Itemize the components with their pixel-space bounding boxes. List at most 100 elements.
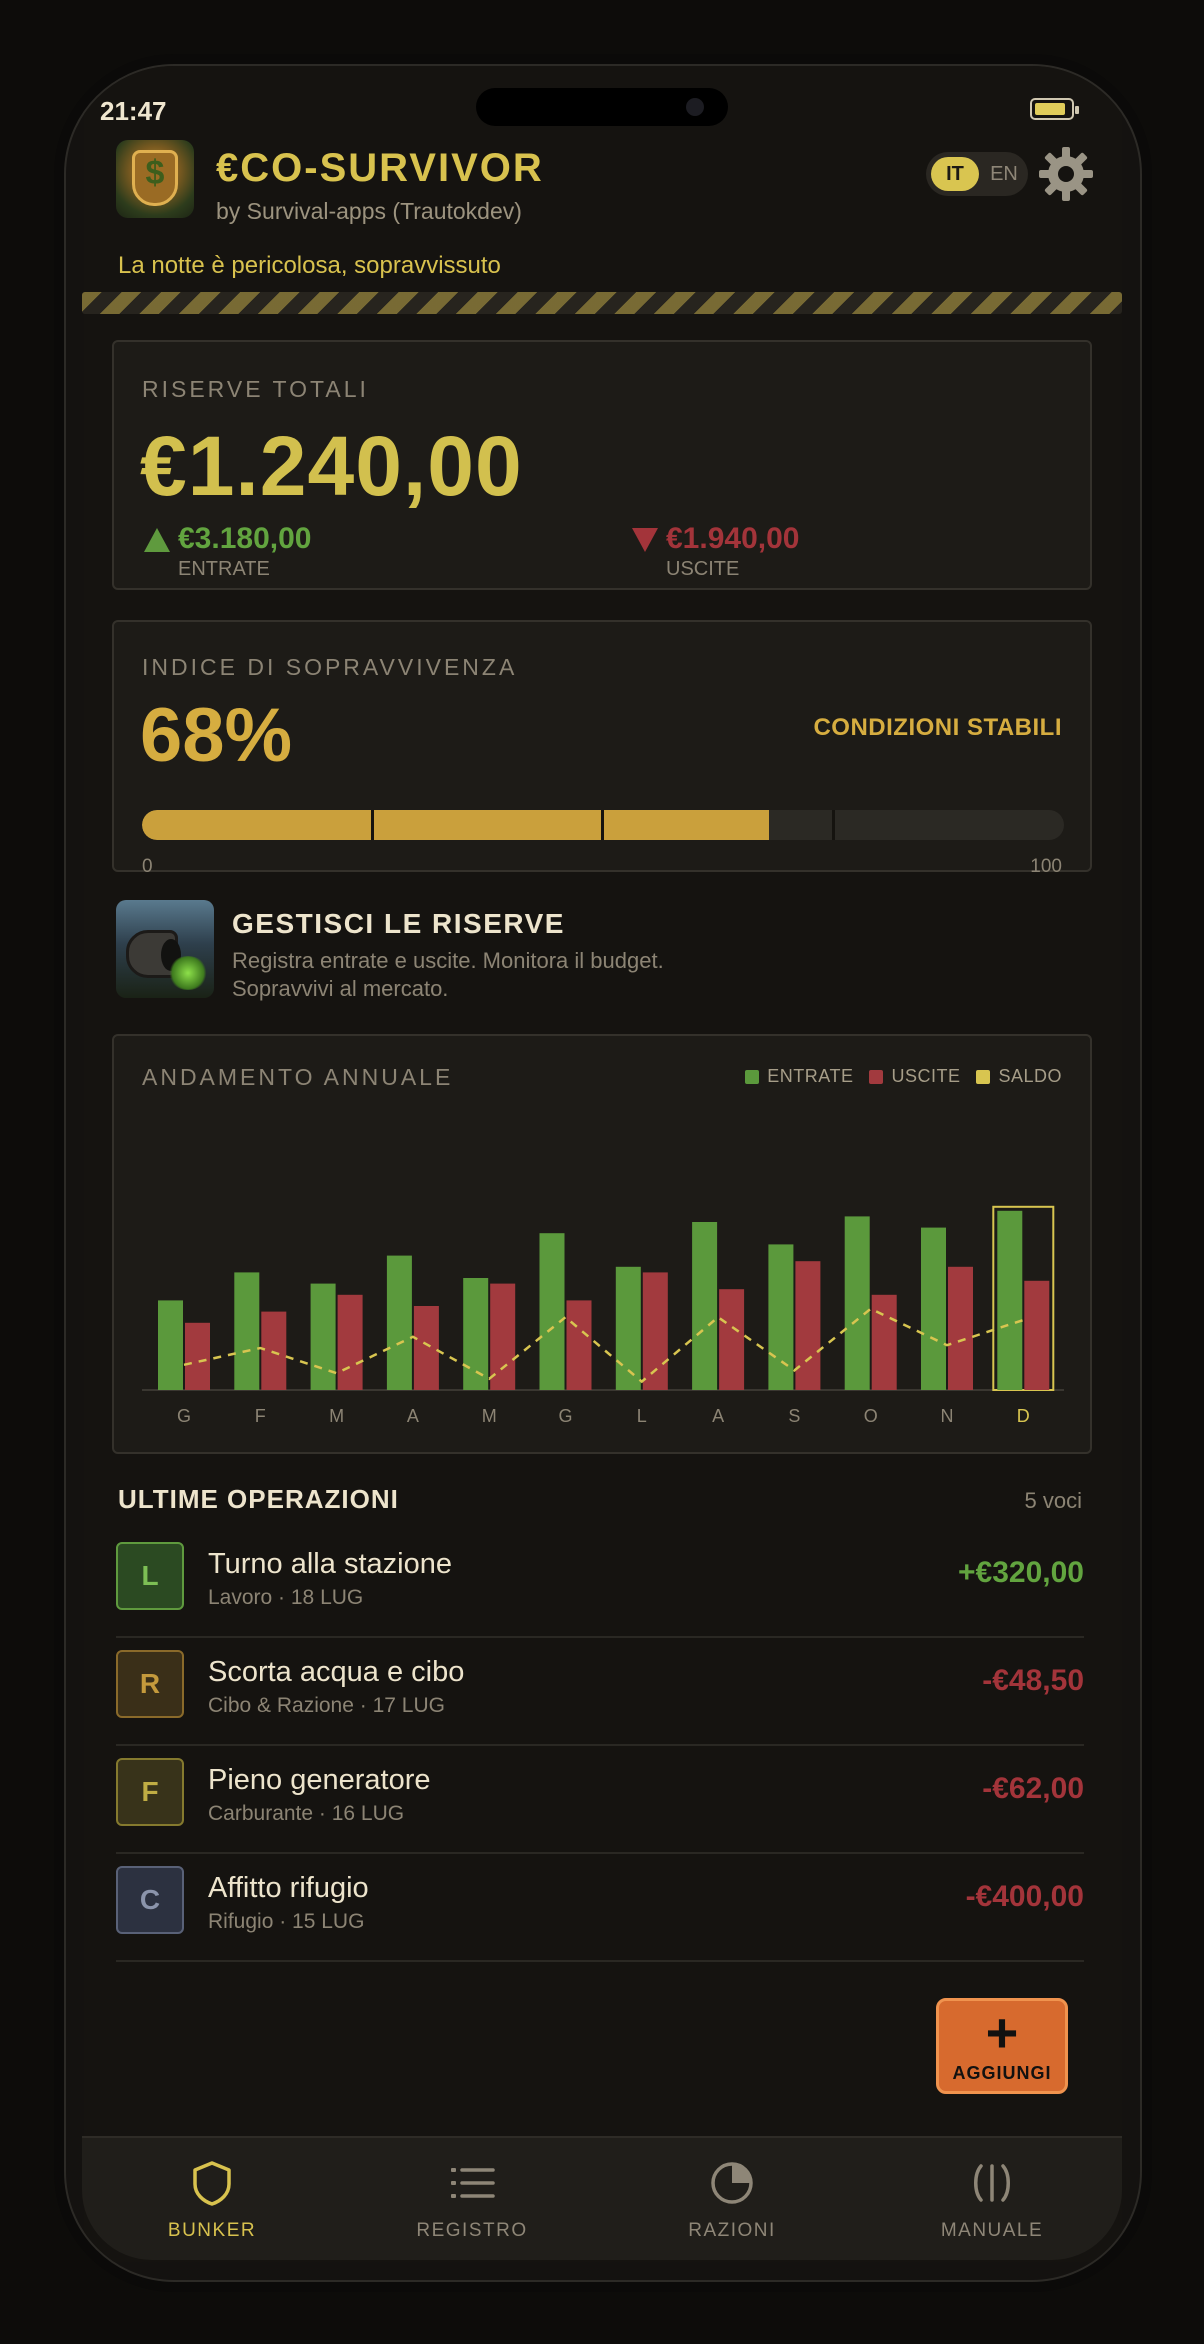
x-tick-label: A (712, 1406, 724, 1426)
list-icon (451, 2168, 495, 2198)
tab-label: MANUALE (940, 2220, 1044, 2241)
income-bar[interactable] (692, 1222, 718, 1390)
category-badge: L (116, 1542, 184, 1610)
tab-label: RAZIONI (688, 2220, 776, 2241)
language-toggle[interactable]: IT EN (926, 152, 1028, 196)
operation-name: Turno alla stazione (208, 1548, 452, 1580)
x-tick-label: L (637, 1406, 647, 1426)
barrel-image (116, 900, 214, 998)
app-title: €CO-SURVIVOR (216, 146, 544, 190)
survival-card: INDICE DI SOPRAVVIVENZA 68% CONDIZIONI S… (112, 620, 1092, 877)
progress-tick (371, 810, 374, 840)
category-badge: R (116, 1650, 184, 1718)
lang-en-option[interactable]: EN (984, 157, 1024, 191)
lang-it-option[interactable]: IT (931, 157, 979, 191)
battery-icon (1030, 98, 1079, 120)
progress-max-label: 100 (1030, 856, 1062, 877)
tab-registro[interactable]: REGISTRO (342, 2138, 602, 2262)
survival-status: CONDIZIONI STABILI (813, 714, 1062, 741)
x-tick-label: N (941, 1406, 954, 1426)
expense-label: USCITE (666, 558, 740, 580)
tab-manuale[interactable]: MANUALE (862, 2138, 1122, 2262)
reserves-total: €1.240,00 (140, 419, 523, 513)
expense-bar[interactable] (261, 1311, 287, 1390)
expense-bar[interactable] (566, 1300, 592, 1390)
progress-tick (832, 810, 835, 840)
income-bar[interactable] (158, 1300, 183, 1390)
gear-icon[interactable] (1036, 144, 1096, 204)
operation-row[interactable]: L Turno alla stazione Lavoro · 18 LUG +€… (116, 1530, 1084, 1638)
operation-amount: -€48,50 (982, 1664, 1084, 1697)
progress-tick (601, 810, 604, 840)
survival-label: INDICE DI SOPRAVVIVENZA (142, 654, 518, 680)
income-value: €3.180,00 (178, 522, 312, 555)
x-tick-label: F (255, 1406, 266, 1426)
dynamic-island (476, 88, 728, 126)
app-logo: $ (116, 140, 194, 218)
income-bar[interactable] (539, 1233, 565, 1390)
reserves-label: RISERVE TOTALI (142, 376, 369, 402)
manual-icon (974, 2164, 1010, 2202)
expense-bar[interactable] (642, 1272, 668, 1390)
expense-bar[interactable] (871, 1294, 897, 1390)
tab-bunker[interactable]: BUNKER (82, 2138, 342, 2262)
expense-value: €1.940,00 (666, 522, 800, 555)
annual-chart-card: ANDAMENTO ANNUALE ENTRATE USCITE SALDO G… (112, 1034, 1092, 1454)
income-bar[interactable] (997, 1210, 1023, 1390)
balance-line (183, 1307, 1024, 1384)
income-label: ENTRATE (178, 558, 270, 580)
operation-amount: +€320,00 (958, 1556, 1084, 1589)
promo-title: GESTISCI LE RISERVE (232, 908, 565, 939)
x-tick-label: D (1017, 1406, 1030, 1426)
income-bar[interactable] (310, 1283, 336, 1390)
tab-razioni[interactable]: RAZIONI (602, 2138, 862, 2262)
arrow-up-icon (144, 528, 170, 552)
x-tick-label: A (407, 1406, 419, 1426)
operation-amount: -€62,00 (982, 1772, 1084, 1805)
income-bar[interactable] (463, 1278, 489, 1390)
add-button-label: AGGIUNGI (952, 2063, 1052, 2083)
app-subtitle: by Survival-apps (Trautokdev) (216, 198, 522, 224)
annual-bar-chart: GFMAMGLASOND (142, 1205, 1064, 1426)
expense-bar[interactable] (719, 1289, 745, 1390)
progress-min-label: 0 (142, 856, 153, 877)
operation-name: Affitto rifugio (208, 1872, 369, 1904)
bottom-tab-bar: BUNKER REGISTRO RAZIONI MANUALE (82, 2136, 1122, 2260)
expense-bar[interactable] (413, 1306, 439, 1390)
operation-row[interactable]: F Pieno generatore Carburante · 16 LUG -… (116, 1746, 1084, 1854)
plus-icon: + (985, 2001, 1019, 2064)
operation-meta: Cibo & Razione · 17 LUG (208, 1694, 445, 1717)
tagline: La notte è pericolosa, sopravvissuto (118, 252, 501, 279)
operations-count: 5 voci (1024, 1488, 1082, 1513)
expense-bar[interactable] (1024, 1280, 1050, 1390)
hazard-stripe (82, 292, 1122, 314)
income-bar[interactable] (768, 1244, 794, 1390)
operation-meta: Rifugio · 15 LUG (208, 1910, 365, 1933)
arrow-down-icon (632, 528, 658, 552)
income-bar[interactable] (234, 1272, 260, 1390)
category-badge: F (116, 1758, 184, 1826)
operation-name: Pieno generatore (208, 1764, 431, 1796)
survival-percent: 68% (140, 693, 293, 778)
reserves-card: RISERVE TOTALI €1.240,00 €3.180,00 ENTRA… (112, 340, 1092, 590)
x-tick-label: M (329, 1406, 344, 1426)
promo-line-2: Sopravvivi al mercato. (232, 976, 449, 1001)
income-bar[interactable] (844, 1216, 870, 1390)
expense-bar[interactable] (795, 1261, 821, 1390)
survival-progress-bar (142, 810, 1064, 840)
tab-label: BUNKER (167, 2220, 257, 2241)
income-bar[interactable] (921, 1227, 946, 1390)
expense-bar[interactable] (948, 1266, 973, 1390)
add-button[interactable]: + AGGIUNGI (936, 1998, 1068, 2094)
income-bar[interactable] (386, 1255, 412, 1390)
operation-row[interactable]: R Scorta acqua e cibo Cibo & Razione · 1… (116, 1638, 1084, 1746)
expense-bar[interactable] (185, 1322, 210, 1390)
operation-row[interactable]: C Affitto rifugio Rifugio · 15 LUG -€400… (116, 1854, 1084, 1962)
operation-amount: -€400,00 (965, 1880, 1084, 1913)
x-tick-label: G (558, 1406, 572, 1426)
promo-line-1: Registra entrate e uscite. Monitora il b… (232, 948, 664, 973)
operation-meta: Lavoro · 18 LUG (208, 1586, 364, 1609)
camera-icon (686, 98, 704, 116)
shield-icon (193, 2161, 231, 2206)
expense-bar[interactable] (337, 1294, 363, 1390)
